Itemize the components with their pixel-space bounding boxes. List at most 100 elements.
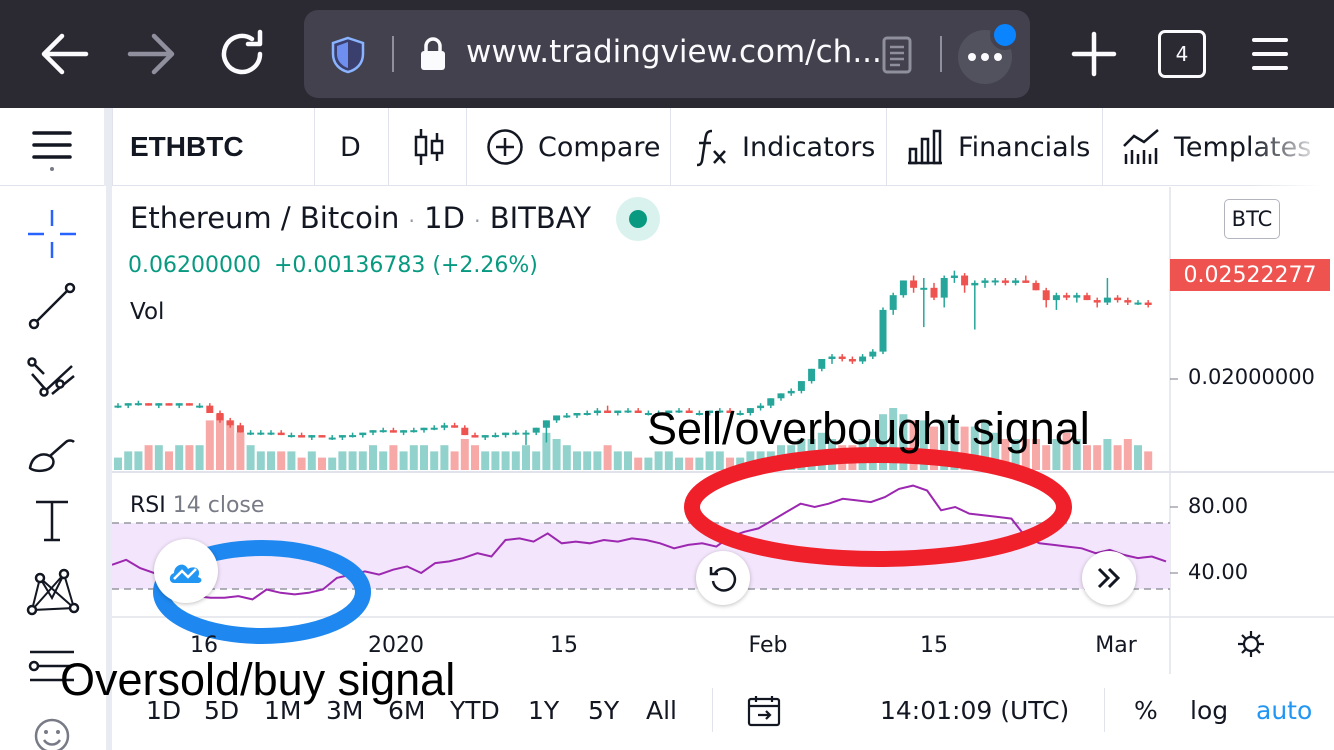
candle-body [624,410,632,413]
pattern-tool-icon[interactable] [22,562,82,622]
candle-body [1073,295,1081,298]
candle-body [400,430,408,433]
candle-body [1063,295,1071,298]
url-bar[interactable]: www.tradingview.com/ch... [304,10,1030,98]
candle-body [502,432,510,436]
candle-body [1001,280,1009,283]
back-button[interactable] [34,24,94,84]
forward-button[interactable] [122,24,182,84]
candle-body [338,435,346,438]
candle-body [257,432,265,435]
go-to-date-icon[interactable] [746,694,782,728]
volume-bar [1093,445,1102,470]
interval-button[interactable]: D [340,108,361,186]
candle-body [308,435,316,438]
candle-body [491,435,499,438]
brush-icon[interactable] [22,422,82,482]
symbol-search-button[interactable]: ETHBTC [130,108,244,186]
hamburger-icon [32,131,72,171]
volume-bar [287,451,296,470]
volume-bar [573,451,581,470]
candle-body [910,280,918,288]
candle-body [420,427,428,431]
candle-body [787,390,795,394]
new-tab-button[interactable] [1064,24,1124,84]
last-price: 0.06200000 [128,253,261,278]
volume-bar [522,445,530,470]
fib-tool-icon[interactable] [22,346,82,406]
emoji-icon[interactable] [22,706,82,750]
range-button-all[interactable]: All [646,696,677,725]
candle-body [165,403,173,406]
double-chevron-right-icon [1097,567,1121,589]
volume-bar [624,451,632,470]
candle-body [889,295,897,310]
auto-scale-toggle[interactable]: auto [1256,696,1312,725]
range-button-ytd[interactable]: YTD [450,696,500,725]
range-button-5y[interactable]: 5Y [588,696,619,725]
notification-dot [990,20,1020,50]
candle-body [1114,297,1122,301]
candle-body [461,427,469,436]
candle-body [206,405,214,413]
indicators-label: Indicators [742,131,876,163]
market-status-icon[interactable] [616,197,660,241]
candle-body [369,430,377,433]
candle-body [267,432,275,435]
settings-gear-icon[interactable] [1236,629,1266,659]
volume-bar [399,451,408,470]
price-tick-label: 0.02000000 [1188,365,1315,389]
financials-label: Financials [958,131,1091,163]
percent-scale-toggle[interactable]: % [1134,696,1158,725]
candle-body [114,405,122,408]
range-button-1y[interactable]: 1Y [528,696,559,725]
volume-bar [134,451,143,470]
price-values: 0.06200000 +0.00136783 (+2.26%) [128,253,538,278]
indicators-button[interactable]: Indicators [694,108,875,186]
candle-body [1012,280,1020,283]
candle-body [440,425,448,428]
volume-bar [358,451,367,470]
candle-body [196,405,204,408]
tradingview-logo-button[interactable] [154,539,218,603]
volume-bar [144,445,153,470]
plus-circle-icon [487,129,523,165]
reader-view-icon[interactable] [882,36,912,74]
clock-time[interactable]: 14:01:09 (UTC) [880,696,1069,725]
volume-bar [440,445,449,470]
tab-counter[interactable]: 4 [1158,30,1206,78]
compare-button[interactable]: Compare [486,108,660,186]
chart-style-button[interactable] [412,108,446,186]
crosshair-icon[interactable] [22,204,82,264]
templates-button[interactable]: Templates [1122,108,1334,186]
scroll-to-realtime-button[interactable] [1082,551,1136,605]
financials-button[interactable]: Financials [906,108,1090,186]
volume-bar [430,451,439,470]
volume-bar [613,451,622,470]
symbol-name: Ethereum / Bitcoin [130,201,400,235]
currency-badge[interactable]: BTC [1224,199,1280,239]
main-menu-button[interactable] [28,108,76,186]
menu-button[interactable] [1240,24,1300,84]
reload-button[interactable] [212,24,272,84]
candle-body [553,415,561,421]
reset-chart-button[interactable] [696,551,750,605]
volume-bar [369,445,377,470]
chart-title: Ethereum / Bitcoin · 1D · BITBAY [130,201,592,235]
chart-toolbar: ETHBTC D Compare Indicators Financials T… [0,108,1334,186]
more-dots-icon [968,53,1002,61]
candle-body [614,410,622,413]
trend-line-icon[interactable] [22,276,82,336]
bar-chart-icon [908,129,942,165]
candle-body [216,413,224,421]
text-tool-icon[interactable] [22,490,82,550]
candle-body [226,420,234,426]
log-scale-toggle[interactable]: log [1190,696,1228,725]
volume-bar [236,432,245,470]
candle-body [532,427,540,433]
volume-bar [154,445,163,470]
url-text: www.tradingview.com/ch... [466,34,882,70]
candle-body [328,437,336,440]
last-price-label: 0.02522277 [1170,259,1330,291]
volume-bar [195,445,204,470]
